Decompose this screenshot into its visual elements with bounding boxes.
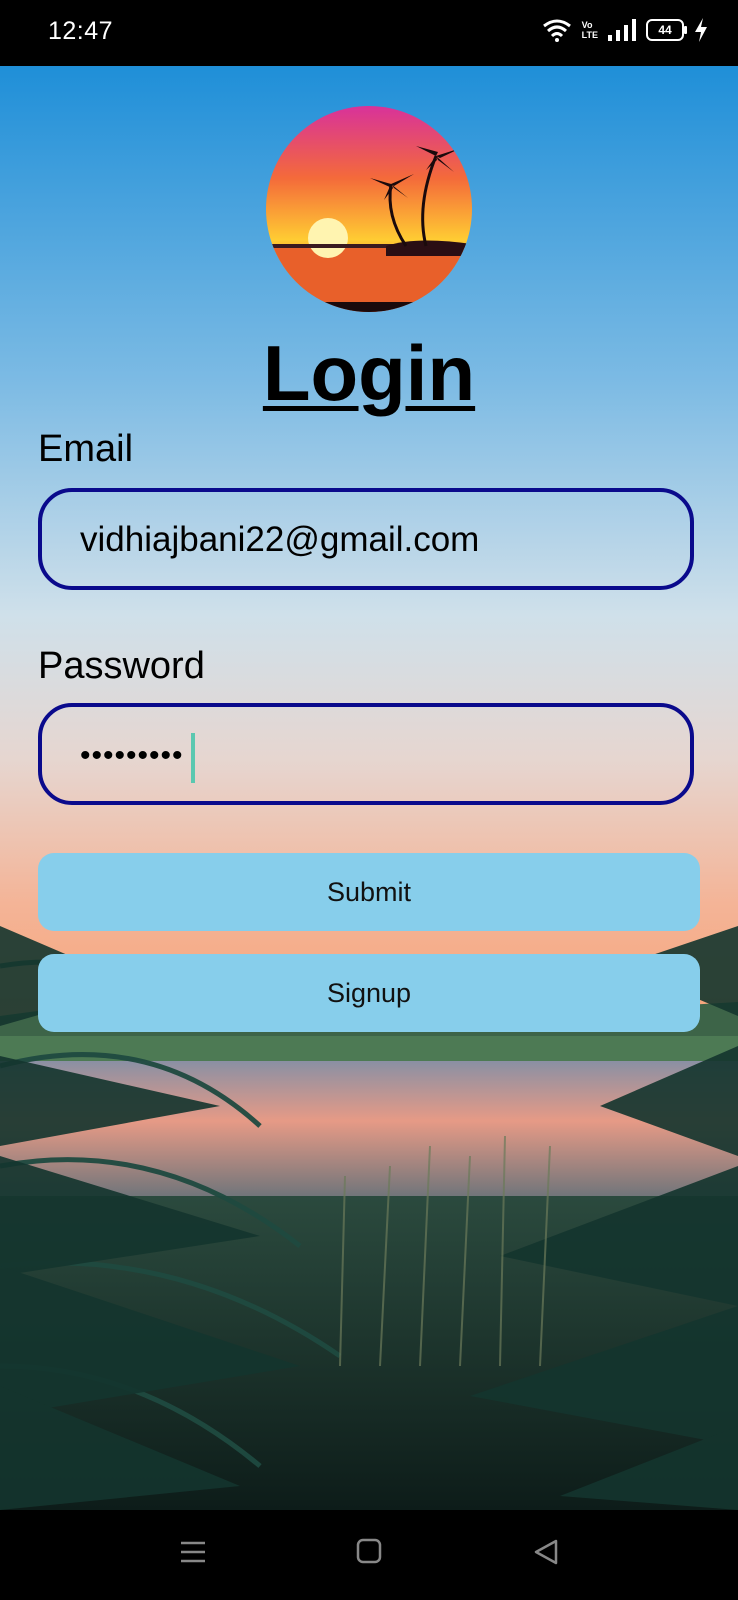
wifi-icon xyxy=(542,19,571,42)
status-time: 12:47 xyxy=(48,17,114,45)
email-label: Email xyxy=(38,428,134,470)
signup-button[interactable]: Signup xyxy=(38,954,700,1032)
status-bar: 12:47 Vo LTE 44 xyxy=(0,0,738,66)
home-icon[interactable] xyxy=(356,1538,382,1564)
password-field[interactable]: ••••••••• xyxy=(38,703,694,805)
battery-icon: 44 xyxy=(646,19,687,41)
sunset-logo xyxy=(266,106,472,312)
password-value: ••••••••• xyxy=(80,739,184,772)
back-icon[interactable] xyxy=(533,1538,559,1566)
password-label: Password xyxy=(38,645,205,687)
submit-button[interactable]: Submit xyxy=(38,853,700,931)
signal-icon xyxy=(608,19,636,41)
menu-icon[interactable] xyxy=(179,1538,207,1566)
text-caret xyxy=(191,733,195,783)
page-title: Login xyxy=(262,329,476,417)
volte-top: Vo xyxy=(581,20,593,30)
email-field[interactable]: vidhiajbani22@gmail.com xyxy=(38,488,694,590)
volte-bottom: LTE xyxy=(581,30,598,40)
navigation-bar xyxy=(0,1510,738,1600)
volte-icon: Vo LTE xyxy=(582,20,598,40)
charging-icon xyxy=(695,18,707,42)
email-value: vidhiajbani22@gmail.com xyxy=(80,520,480,559)
status-icons: Vo LTE 44 xyxy=(542,18,708,42)
